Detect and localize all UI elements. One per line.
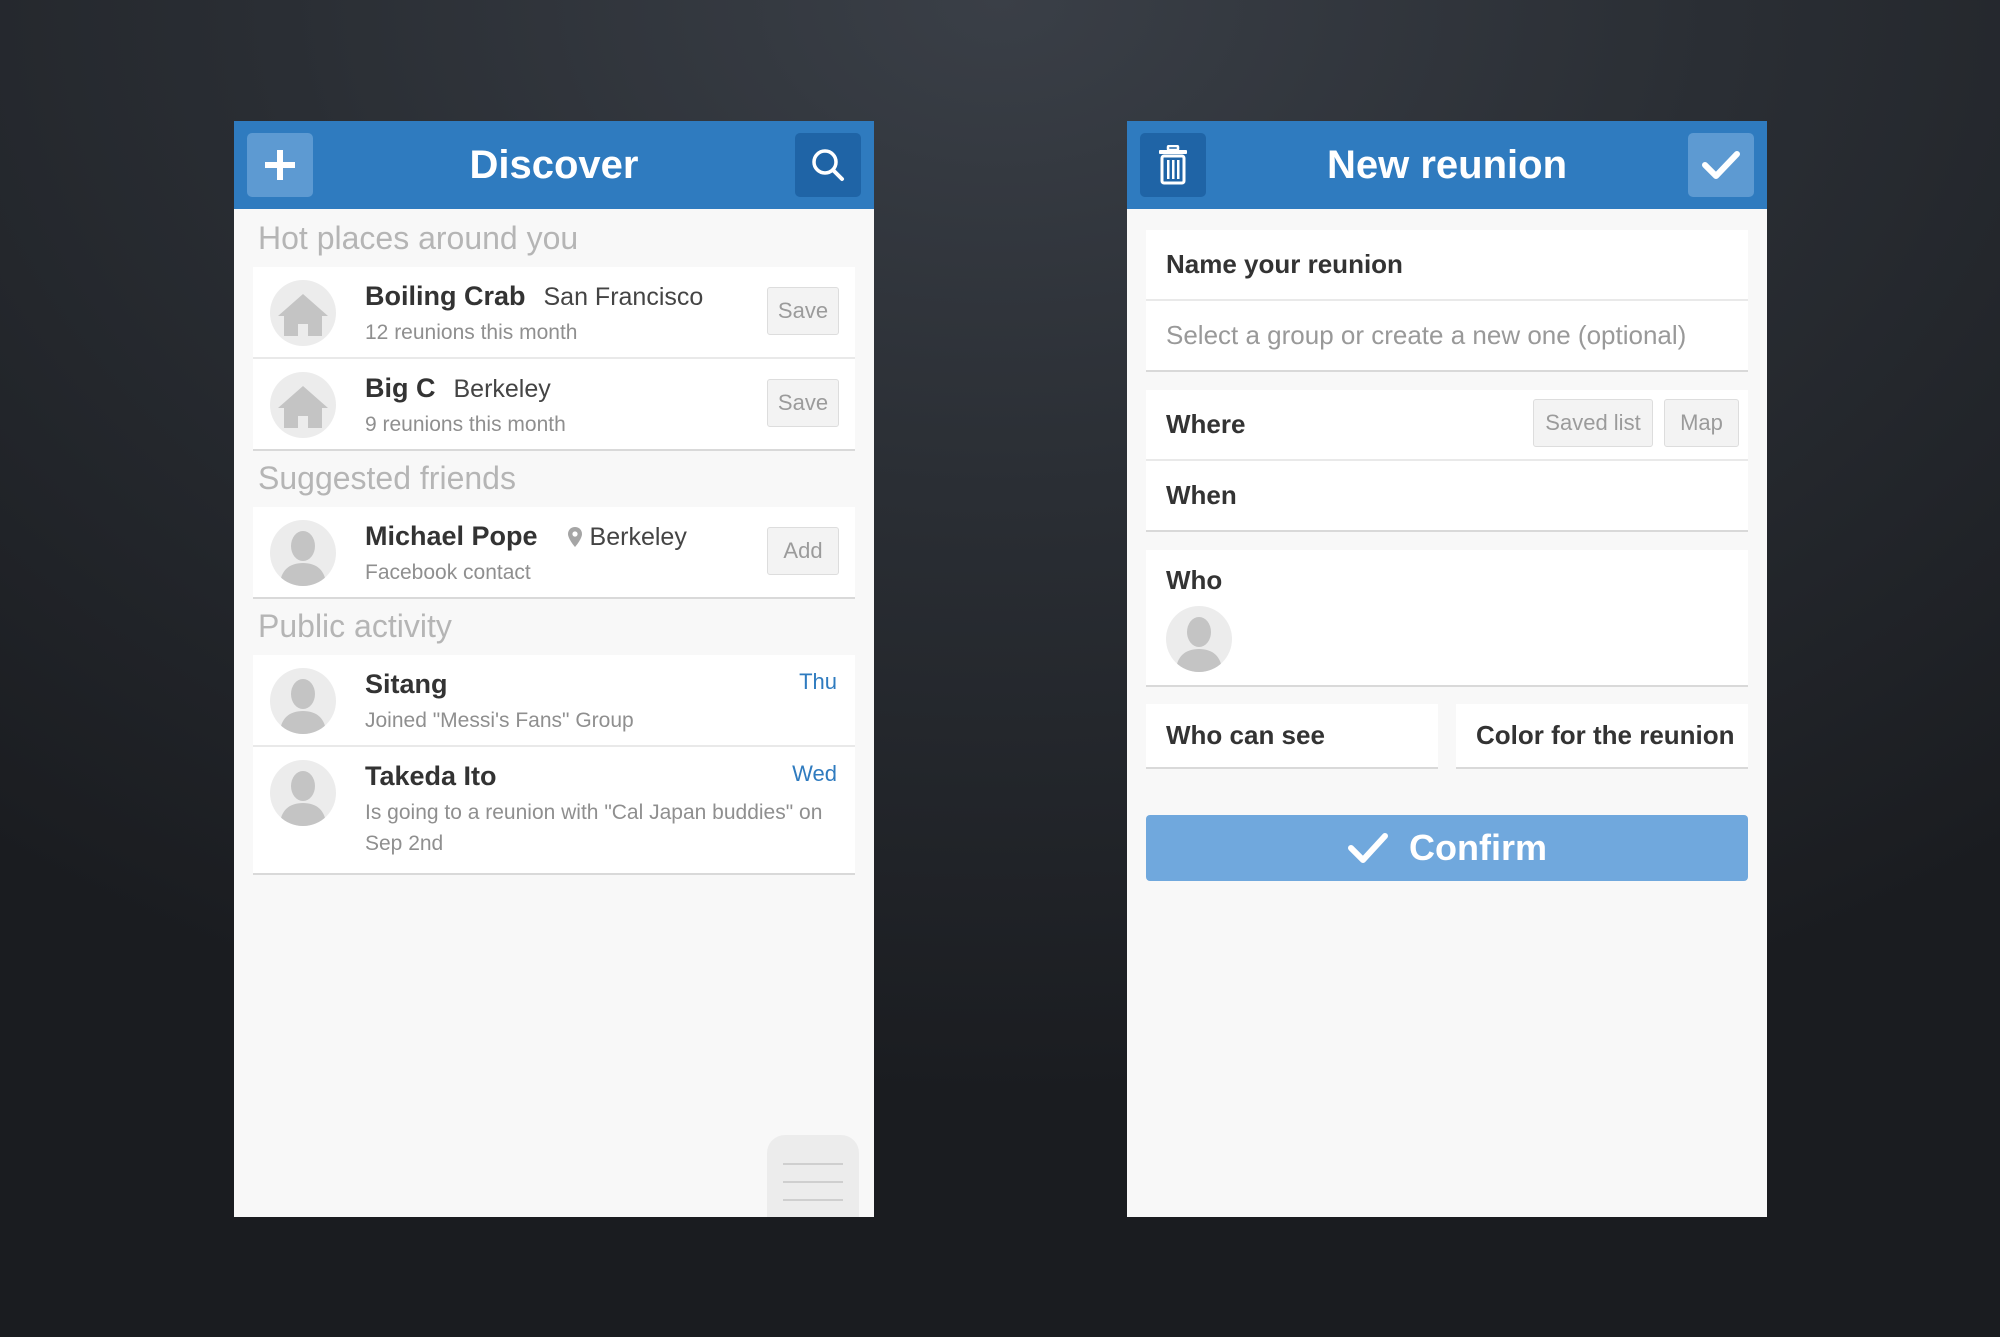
new-reunion-header: New reunion [1127, 121, 1767, 209]
group-placeholder: Select a group or create a new one (opti… [1166, 320, 1687, 350]
activity-text: Joined "Messi's Fans" Group [365, 709, 634, 732]
list-item[interactable]: Sitang Thu Joined "Messi's Fans" Group [253, 655, 855, 747]
list-item[interactable]: Boiling Crab San Francisco 12 reunions th… [253, 267, 855, 359]
place-stats: 9 reunions this month [365, 413, 566, 436]
confirm-label: Confirm [1409, 827, 1547, 868]
who-can-see-label: Who can see [1166, 720, 1325, 750]
place-name: Big C Berkeley [365, 373, 551, 403]
person-icon[interactable] [1166, 606, 1232, 672]
group-select[interactable]: Select a group or create a new one (opti… [1146, 301, 1748, 370]
activity-user: Takeda Ito [365, 761, 497, 791]
section-heading-suggested-friends: Suggested friends [258, 460, 516, 496]
list-item[interactable]: Takeda Ito Wed Is going to a reunion wit… [253, 747, 855, 873]
place-location: San Francisco [543, 283, 704, 311]
friend-name: Michael Pope Berkeley [365, 521, 687, 551]
menu-line [783, 1199, 843, 1201]
when-field[interactable]: When [1146, 461, 1748, 530]
activity-user: Sitang [365, 669, 448, 699]
saved-list-button[interactable]: Saved list [1533, 399, 1653, 447]
house-icon [270, 280, 336, 346]
section-heading-hot-places: Hot places around you [258, 220, 579, 256]
activity-text: Is going to a reunion with "Cal Japan bu… [365, 801, 823, 855]
who-can-see-button[interactable]: Who can see [1146, 704, 1438, 767]
activity-list: Sitang Thu Joined "Messi's Fans" Group T… [253, 655, 855, 873]
section-heading-public-activity: Public activity [258, 608, 452, 644]
page-title: Discover [469, 143, 639, 187]
color-button[interactable]: Color for the reunion [1456, 704, 1748, 767]
person-icon [270, 760, 336, 826]
menu-line [783, 1163, 843, 1165]
place-stats: 12 reunions this month [365, 321, 578, 344]
name-field[interactable]: Name your reunion [1146, 230, 1748, 301]
discover-header: Discover [234, 121, 874, 209]
menu-handle[interactable] [767, 1135, 859, 1217]
where-label: Where [1166, 409, 1246, 439]
where-when-card: Where Saved list Map When [1146, 390, 1748, 530]
where-field[interactable]: Where Saved list Map [1146, 390, 1748, 461]
who-label: Who [1166, 565, 1223, 595]
friends-list: Michael Pope Berkeley Facebook contact Ad… [253, 507, 855, 597]
location-pin-icon [567, 527, 582, 547]
list-item[interactable]: Michael Pope Berkeley Facebook contact Ad… [253, 507, 855, 597]
save-button[interactable]: Save [767, 379, 839, 427]
house-icon [270, 372, 336, 438]
activity-day: Wed [792, 761, 837, 786]
search-icon [812, 149, 844, 181]
who-card[interactable]: Who [1146, 550, 1748, 685]
friend-source: Facebook contact [365, 561, 531, 584]
add-friend-button[interactable]: Add [767, 527, 839, 575]
name-label: Name your reunion [1166, 249, 1403, 279]
color-label: Color for the reunion [1476, 720, 1735, 750]
friend-location: Berkeley [589, 523, 687, 551]
person-icon [270, 668, 336, 734]
page-title: New reunion [1326, 143, 1568, 187]
checkmark-icon [1348, 833, 1388, 863]
confirm-button[interactable]: Confirm [1146, 815, 1748, 881]
menu-line [783, 1181, 843, 1183]
place-location: Berkeley [453, 375, 551, 403]
confirm-header-button[interactable] [1688, 133, 1754, 197]
checkmark-icon [1702, 151, 1740, 179]
place-name: Boiling Crab San Francisco [365, 281, 704, 311]
new-reunion-screen: New reunion Name your reunion Select a g… [1127, 121, 1767, 1217]
name-card: Name your reunion Select a group or crea… [1146, 230, 1748, 370]
map-button[interactable]: Map [1664, 399, 1739, 447]
person-icon [270, 520, 336, 586]
search-button[interactable] [795, 133, 861, 197]
discover-screen: Discover Hot places around you Boiling C… [234, 121, 874, 1217]
when-label: When [1166, 480, 1237, 510]
save-button[interactable]: Save [767, 287, 839, 335]
list-item[interactable]: Big C Berkeley 9 reunions this month Save [253, 359, 855, 449]
places-list: Boiling Crab San Francisco 12 reunions th… [253, 267, 855, 449]
visibility-color-row: Who can see Color for the reunion [1146, 704, 1748, 767]
activity-day: Thu [799, 669, 837, 694]
